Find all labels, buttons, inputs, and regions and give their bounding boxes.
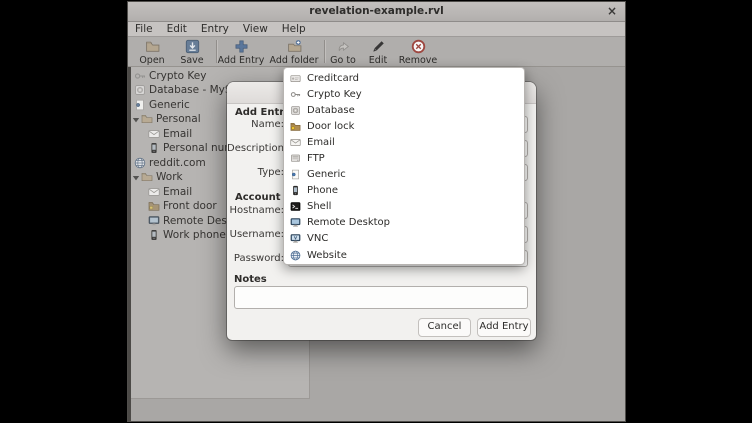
- vnc-icon: [290, 233, 301, 244]
- type-menu-item-vnc[interactable]: VNC: [284, 231, 524, 247]
- email-icon: [290, 137, 301, 148]
- tree-item-label: reddit.com: [149, 157, 206, 169]
- cancel-button[interactable]: Cancel: [418, 318, 471, 337]
- type-menu-item-label: Crypto Key: [307, 89, 362, 100]
- tree-item-label: Crypto Key: [149, 70, 206, 82]
- tree-item-label: Work: [156, 171, 183, 183]
- menu-edit[interactable]: Edit: [160, 22, 194, 36]
- field-label-hostname: Hostname:: [227, 202, 284, 219]
- type-menu-item-label: Database: [307, 105, 355, 116]
- type-menu-item-website[interactable]: Website: [284, 247, 524, 263]
- field-label-username: Username:: [227, 226, 284, 243]
- type-menu-item-shell[interactable]: Shell: [284, 199, 524, 215]
- type-menu-item-label: Creditcard: [307, 73, 359, 84]
- type-menu-item-phone[interactable]: Phone: [284, 183, 524, 199]
- email-icon: [148, 186, 160, 198]
- add-entry-submit-button[interactable]: Add Entry: [477, 318, 531, 337]
- database-icon: [290, 105, 301, 116]
- tree-item-label: Work phone: [163, 229, 226, 241]
- remote-desktop-icon: [290, 217, 301, 228]
- tree-item-label: Email: [163, 128, 192, 140]
- ftp-icon: [290, 153, 301, 164]
- field-label-type: Type:: [227, 164, 284, 181]
- type-menu-item-crypto-key[interactable]: Crypto Key: [284, 86, 524, 102]
- door-lock-icon: [290, 121, 301, 132]
- menu-entry[interactable]: Entry: [194, 22, 236, 36]
- toolbar-button-label: Save: [180, 55, 203, 66]
- website-icon: [134, 157, 146, 169]
- field-label-description: Description:: [227, 140, 284, 157]
- field-label-password: Password:: [227, 250, 284, 267]
- tree-item-label: Personal: [156, 113, 201, 125]
- toolbar-button-label: Edit: [369, 55, 387, 66]
- type-menu-item-database[interactable]: Database: [284, 102, 524, 118]
- toolbar-button-label: Add folder: [270, 55, 319, 66]
- type-menu-item-label: Shell: [307, 201, 331, 212]
- close-icon[interactable]: ×: [607, 2, 617, 21]
- folder-icon: [141, 171, 153, 183]
- type-menu-item-label: FTP: [307, 153, 325, 164]
- toolbar-button-add-folder[interactable]: Add folder: [266, 38, 322, 65]
- toolbar-button-label: Go to: [330, 55, 356, 66]
- type-menu-item-label: Email: [307, 137, 335, 148]
- expander-icon: [132, 173, 140, 181]
- save-icon: [170, 39, 214, 55]
- toolbar-button-add-entry[interactable]: Add Entry: [214, 38, 268, 65]
- tree-item-label: Email: [163, 186, 192, 198]
- type-menu-item-label: Generic: [307, 169, 346, 180]
- phone-icon: [148, 229, 160, 241]
- folder-icon: [141, 113, 153, 125]
- type-menu-item-email[interactable]: Email: [284, 134, 524, 150]
- generic-icon: [134, 99, 146, 111]
- notes-textarea[interactable]: [234, 286, 528, 309]
- website-icon: [290, 250, 301, 261]
- toolbar-button-open[interactable]: Open: [130, 38, 174, 65]
- toolbar-button-save[interactable]: Save: [170, 38, 214, 65]
- creditcard-icon: [290, 73, 301, 84]
- database-icon: [134, 84, 146, 96]
- window-title: revelation-example.rvl: [309, 5, 443, 17]
- window-titlebar[interactable]: revelation-example.rvl ×: [128, 2, 625, 22]
- remote-desktop-icon: [148, 215, 160, 227]
- type-menu-item-ftp[interactable]: FTP: [284, 150, 524, 166]
- tree-item-label: Generic: [149, 99, 190, 111]
- type-menu-item-remote-desktop[interactable]: Remote Desktop: [284, 215, 524, 231]
- remove-icon: [392, 39, 444, 55]
- door-lock-icon: [148, 200, 160, 212]
- phone-icon: [148, 142, 160, 154]
- toolbar-button-label: Add Entry: [218, 55, 265, 66]
- type-menu-item-label: Website: [307, 250, 347, 261]
- type-menu-item-creditcard[interactable]: Creditcard: [284, 70, 524, 86]
- type-menu-item-door-lock[interactable]: Door lock: [284, 118, 524, 134]
- tree-item-label: Front door: [163, 200, 217, 212]
- type-menu-item-label: Door lock: [307, 121, 354, 132]
- expander-icon: [132, 115, 140, 123]
- type-menu-item-label: Phone: [307, 185, 338, 196]
- entry-type-menu: Creditcard Crypto Key Database Door lock Ema…: [283, 67, 525, 265]
- toolbar-button-remove[interactable]: Remove: [392, 38, 444, 65]
- menubar: FileEditEntryViewHelp: [128, 22, 625, 37]
- crypto-key-icon: [134, 70, 146, 82]
- email-icon: [148, 128, 160, 140]
- menu-view[interactable]: View: [236, 22, 275, 36]
- add-folder-icon: [266, 39, 322, 55]
- shell-icon: [290, 201, 301, 212]
- menu-help[interactable]: Help: [275, 22, 313, 36]
- add-entry-icon: [214, 39, 268, 55]
- notes-label: Notes: [234, 274, 267, 285]
- type-menu-item-label: VNC: [307, 233, 328, 244]
- crypto-key-icon: [290, 89, 301, 100]
- app-window: revelation-example.rvl × FileEditEntryVi…: [128, 2, 625, 421]
- generic-icon: [290, 169, 301, 180]
- menu-file[interactable]: File: [128, 22, 160, 36]
- type-menu-item-label: Remote Desktop: [307, 217, 390, 228]
- toolbar: Open Save Add Entry Add folder Go to Edit Remo…: [128, 37, 625, 67]
- field-label-name: Name:: [227, 116, 284, 133]
- toolbar-button-label: Remove: [399, 55, 438, 66]
- toolbar-button-label: Open: [139, 55, 164, 66]
- phone-icon: [290, 185, 301, 196]
- type-menu-item-generic[interactable]: Generic: [284, 167, 524, 183]
- open-icon: [130, 39, 174, 55]
